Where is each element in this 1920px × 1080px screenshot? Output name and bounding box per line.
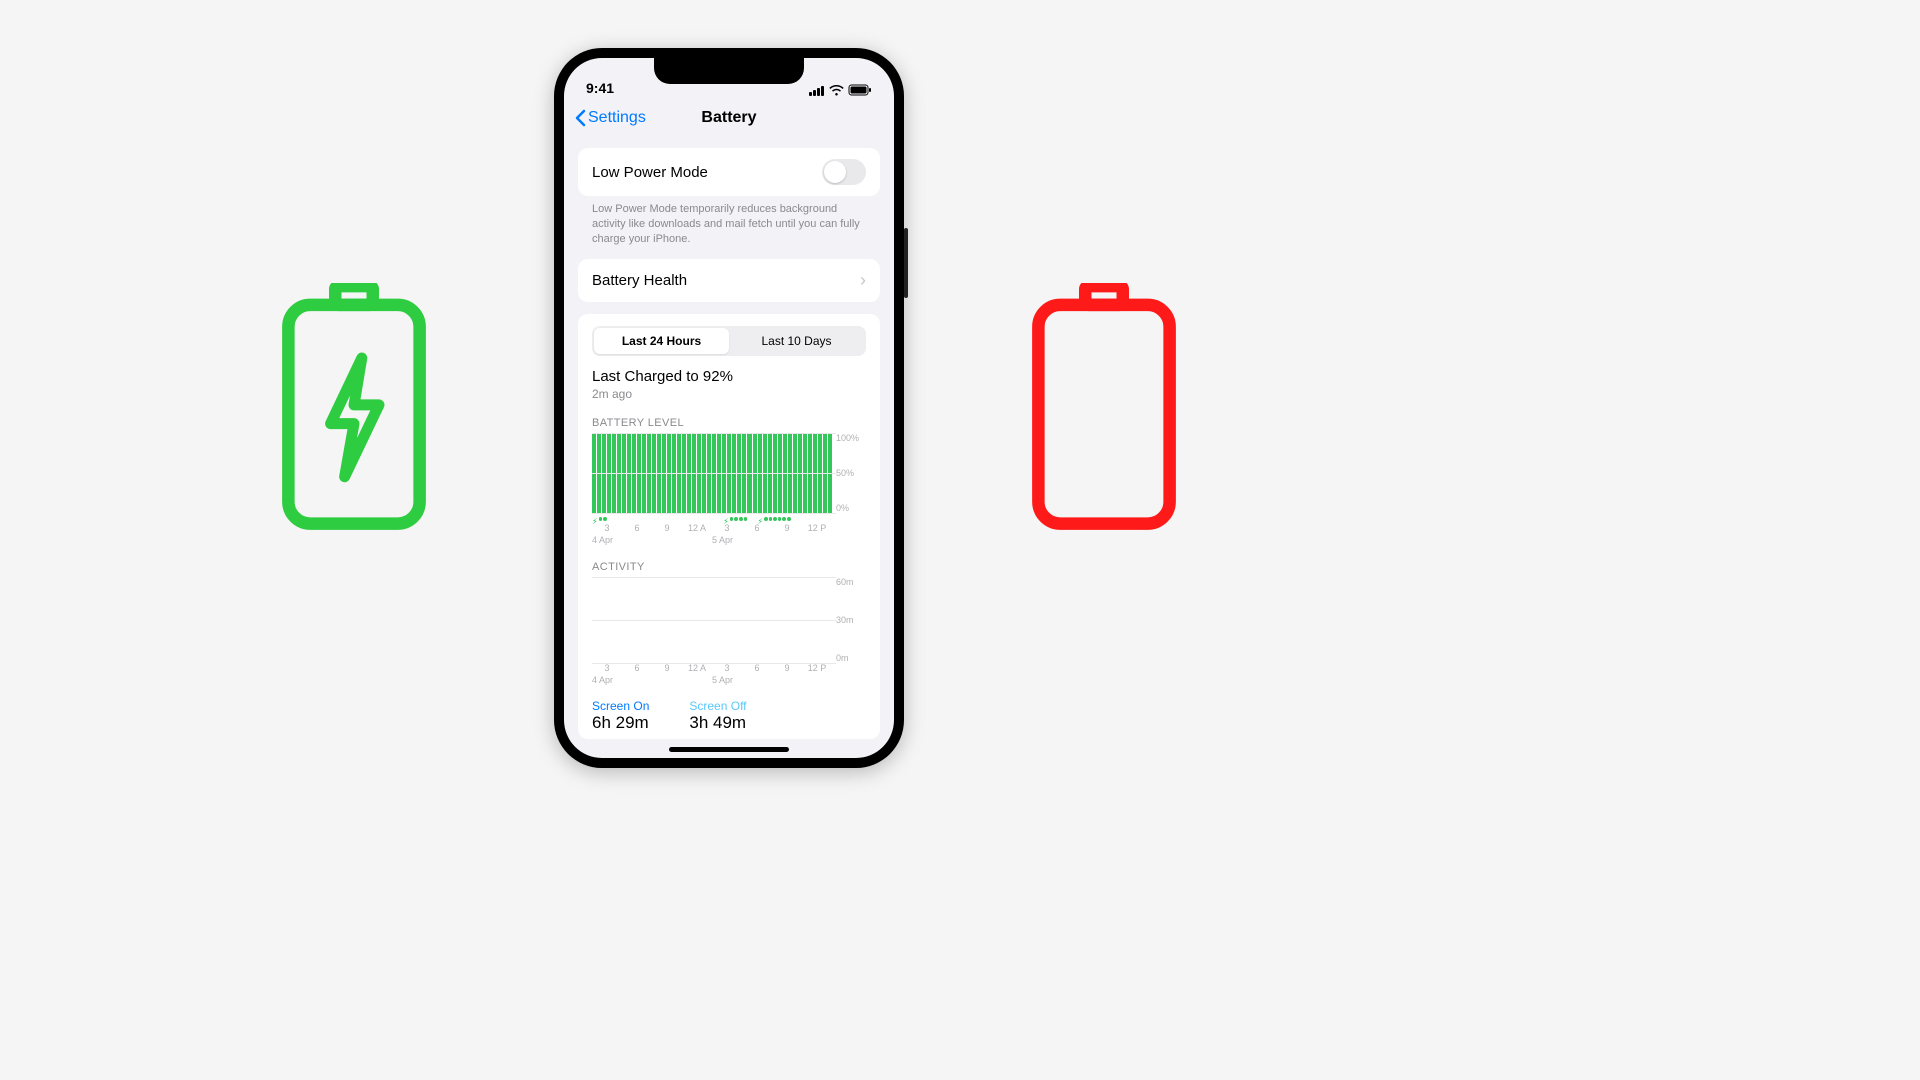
notch bbox=[654, 58, 804, 84]
home-indicator[interactable] bbox=[669, 747, 789, 752]
battery-level-label: BATTERY LEVEL bbox=[592, 417, 866, 429]
battery-health-row[interactable]: Battery Health › bbox=[578, 259, 880, 302]
battery-icon bbox=[848, 84, 872, 96]
tab-10d[interactable]: Last 10 Days bbox=[729, 328, 864, 354]
back-label: Settings bbox=[588, 109, 646, 127]
low-power-mode-row[interactable]: Low Power Mode bbox=[578, 148, 880, 196]
activity-totals: Screen On 6h 29m Screen Off 3h 49m bbox=[592, 699, 866, 739]
battery-charging-icon bbox=[274, 283, 434, 533]
screen-off-label: Screen Off bbox=[689, 699, 746, 713]
lpm-toggle[interactable] bbox=[822, 159, 866, 185]
navigation-bar: Settings Battery bbox=[564, 98, 894, 138]
lpm-description: Low Power Mode temporarily reduces backg… bbox=[578, 196, 880, 247]
lpm-label: Low Power Mode bbox=[592, 164, 708, 181]
last-charge-sub: 2m ago bbox=[592, 387, 866, 401]
charging-indicator-row: ⚡︎⚡︎⚡︎ bbox=[592, 515, 866, 523]
battery-empty-icon bbox=[1024, 283, 1184, 533]
activity-label: ACTIVITY bbox=[592, 561, 866, 573]
battery-level-chart: 100% 50% 0% bbox=[592, 433, 866, 513]
chevron-left-icon bbox=[574, 109, 586, 127]
usage-card: Last 24 Hours Last 10 Days Last Charged … bbox=[578, 314, 880, 739]
iphone-frame: 9:41 Settings Battery Low Power Mode Low… bbox=[554, 48, 904, 768]
page-title: Battery bbox=[701, 109, 756, 127]
wifi-icon bbox=[829, 85, 844, 96]
tab-24h[interactable]: Last 24 Hours bbox=[594, 328, 729, 354]
last-charge-title: Last Charged to 92% bbox=[592, 368, 866, 385]
screen-on-value: 6h 29m bbox=[592, 713, 649, 733]
status-time: 9:41 bbox=[586, 80, 614, 96]
cellular-icon bbox=[809, 85, 825, 96]
screen-off-value: 3h 49m bbox=[689, 713, 746, 733]
activity-chart: 60m 30m 0m bbox=[592, 577, 866, 663]
chevron-right-icon: › bbox=[860, 270, 866, 291]
battery-health-label: Battery Health bbox=[592, 272, 687, 289]
time-range-segment[interactable]: Last 24 Hours Last 10 Days bbox=[592, 326, 866, 356]
back-button[interactable]: Settings bbox=[574, 109, 646, 127]
screen-on-label: Screen On bbox=[592, 699, 649, 713]
